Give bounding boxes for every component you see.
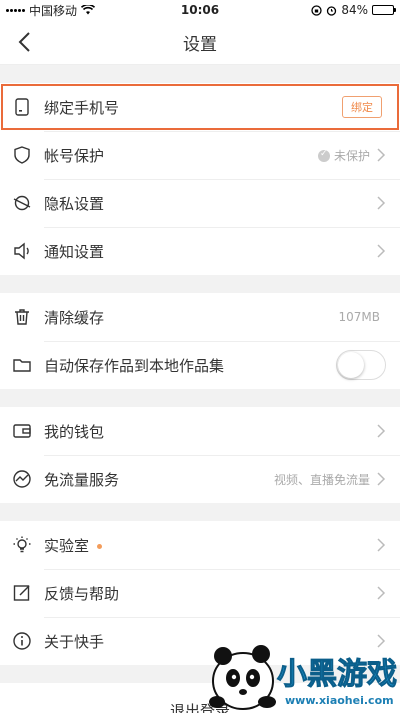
carrier-label: 中国移动: [29, 3, 78, 18]
chevron-right-icon: [377, 148, 386, 162]
wallet-icon: [13, 424, 31, 438]
chevron-right-icon: [377, 196, 386, 210]
shield-icon: [14, 146, 30, 164]
wallet-label: 我的钱包: [44, 422, 105, 441]
watermark-url: www.xiaohei.com: [285, 694, 394, 707]
free-traffic-label: 免流量服务: [44, 470, 120, 489]
folder-icon: [13, 359, 31, 372]
feedback-row[interactable]: 反馈与帮助: [0, 569, 400, 617]
back-arrow-icon[interactable]: [14, 30, 38, 54]
alarm-icon: [327, 5, 337, 16]
signal-icon: [6, 8, 25, 12]
rotation-lock-icon: [311, 4, 322, 16]
toggle-knob: [338, 352, 364, 378]
nav-bar: 设置: [0, 20, 400, 65]
section-wallet: 我的钱包 免流量服务 视频、直播免流量: [0, 407, 400, 503]
bind-button[interactable]: 绑定: [342, 96, 382, 118]
privacy-icon: [13, 195, 31, 211]
account-protect-status: 未保护: [333, 148, 370, 163]
watermark-brand: 小黑游戏: [277, 657, 397, 692]
clear-cache-label: 清除缓存: [44, 308, 105, 327]
battery-icon: [372, 5, 396, 15]
wifi-icon: [81, 5, 96, 15]
lab-label: 实验室: [44, 536, 90, 555]
free-traffic-desc: 视频、直播免流量: [273, 472, 370, 487]
chevron-right-icon: [377, 586, 386, 600]
free-traffic-row[interactable]: 免流量服务 视频、直播免流量: [0, 455, 400, 503]
privacy-label: 隐私设置: [44, 194, 105, 213]
notify-label: 通知设置: [44, 242, 105, 261]
clock: 10:06: [180, 3, 220, 17]
info-icon: [13, 632, 31, 650]
chevron-right-icon: [377, 538, 386, 552]
bulb-icon: [13, 536, 31, 553]
auto-save-toggle[interactable]: [336, 350, 386, 380]
check-circle-icon: [317, 149, 330, 162]
speaker-icon: [14, 242, 29, 260]
chevron-right-icon: [377, 472, 386, 486]
edit-icon: [13, 585, 30, 601]
bind-phone-label: 绑定手机号: [44, 98, 120, 117]
trash-icon: [15, 309, 29, 325]
clear-cache-row[interactable]: 清除缓存 107MB: [0, 293, 400, 341]
notify-row[interactable]: 通知设置: [0, 227, 400, 275]
new-dot: [97, 543, 103, 549]
cache-size: 107MB: [338, 310, 381, 324]
traffic-wave-icon: [13, 470, 31, 488]
section-account: 绑定手机号 绑定 帐号保护 未保护 隐私设置 通知设置: [0, 83, 400, 275]
auto-save-label: 自动保存作品到本地作品集: [44, 356, 225, 375]
chevron-right-icon: [377, 424, 386, 438]
privacy-row[interactable]: 隐私设置: [0, 179, 400, 227]
watermark-logo: 小黑游戏 www.xiaohei.com: [209, 645, 398, 710]
phone-icon: [15, 98, 29, 116]
account-protect-label: 帐号保护: [44, 146, 105, 165]
bind-phone-row[interactable]: 绑定手机号 绑定: [0, 83, 400, 131]
chevron-right-icon: [377, 244, 386, 258]
page-title: 设置: [183, 34, 217, 55]
battery-percent: 84%: [341, 3, 368, 17]
lab-row[interactable]: 实验室: [0, 521, 400, 569]
auto-save-row: 自动保存作品到本地作品集: [0, 341, 400, 389]
status-bar: 中国移动 10:06 84%: [0, 0, 400, 20]
section-storage: 清除缓存 107MB 自动保存作品到本地作品集: [0, 293, 400, 389]
wallet-row[interactable]: 我的钱包: [0, 407, 400, 455]
account-protect-row[interactable]: 帐号保护 未保护: [0, 131, 400, 179]
feedback-label: 反馈与帮助: [44, 584, 120, 603]
